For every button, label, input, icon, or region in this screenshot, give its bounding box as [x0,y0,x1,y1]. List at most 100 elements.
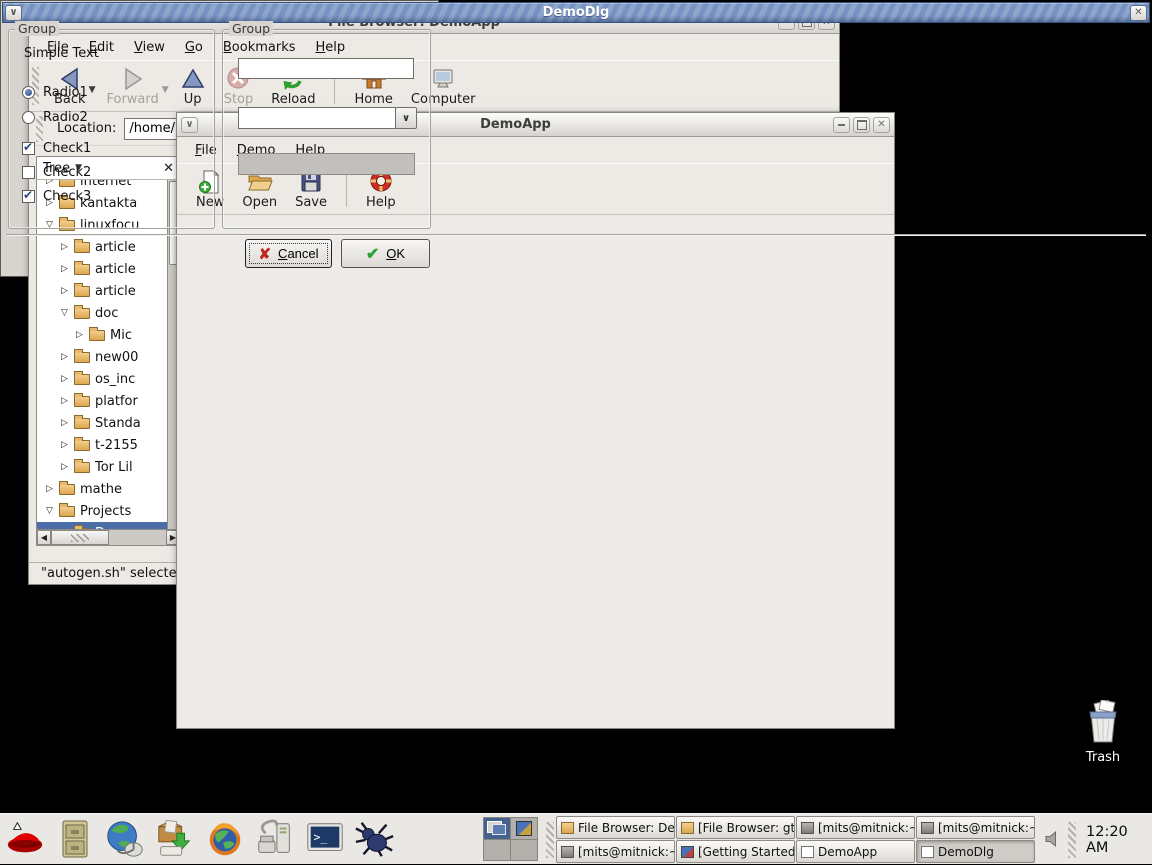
expander-icon[interactable] [61,242,74,252]
workspace-3[interactable] [484,840,510,861]
combo-dropdown-icon[interactable]: ∨ [395,107,417,129]
tree-item[interactable]: article [37,258,167,280]
folder-icon [681,822,694,834]
panel-handle[interactable] [546,822,554,858]
main-menu-red-hat-icon[interactable] [4,817,46,861]
combo-box[interactable]: ∨ [238,107,417,129]
tree-view: internet kantakta linuxfocu article arti… [37,180,167,529]
expander-icon[interactable] [61,308,74,318]
tree-item[interactable]: article [37,236,167,258]
close-button[interactable] [1130,5,1147,21]
tree-item[interactable]: Standa [37,412,167,434]
cancel-button[interactable]: Cancel [245,239,332,268]
radio-selected-icon[interactable] [22,86,35,99]
ok-check-icon [366,244,379,264]
folder-icon [74,418,90,429]
launcher-icons: >_ [4,817,396,861]
taskbar-window-terminal-2[interactable]: [mits@mitnick:~ [916,816,1035,839]
taskbar-window-file-browser[interactable]: File Browser: De [556,816,675,839]
workspace-switcher[interactable] [483,817,538,861]
expander-icon[interactable] [46,506,59,516]
expander-icon[interactable] [61,418,74,428]
status-text: "autogen.sh" selected [41,566,185,581]
terminal-icon [801,822,814,834]
workspace-1-active[interactable] [484,818,510,839]
tree-horizontal-scrollbar[interactable]: ◀ ▶ [37,529,180,545]
tree-item[interactable]: os_inc [37,368,167,390]
tree-item[interactable]: Projects [37,500,167,522]
checkbox-checked-icon[interactable] [22,190,35,203]
web-browser-icon[interactable] [104,817,146,861]
tree-item[interactable]: t-2155 [37,434,167,456]
tree-item[interactable]: Mic [37,324,167,346]
radio2-row[interactable]: Radio2 [22,109,88,126]
folder-icon [89,330,105,341]
tree-item[interactable]: doc [37,302,167,324]
taskbar: >_ File Browser: De [File Browser: gt [m… [0,813,1152,864]
expander-icon[interactable] [61,352,74,362]
demodlg-titlebar[interactable]: DemoDlg [2,2,1150,23]
check3-row[interactable]: Check3 [22,188,91,205]
panel-handle[interactable] [1068,822,1076,858]
taskbar-window-demodlg[interactable]: DemoDlg [916,840,1035,863]
scroll-left-icon[interactable]: ◀ [37,530,51,545]
radio-unselected-icon[interactable] [22,111,35,124]
checkbox-checked-icon[interactable] [22,142,35,155]
window-menu-icon[interactable] [5,5,22,21]
computer-icon [430,66,456,92]
tree-item[interactable]: Tor Lil [37,456,167,478]
desktop: { "desktop": { "trash_label": "Trash" },… [0,0,1152,864]
bug-report-icon[interactable] [354,817,396,861]
terminal-icon[interactable]: >_ [304,817,346,861]
taskbar-window-getting-started[interactable]: [Getting Started [676,840,795,863]
tree-item[interactable]: mathe [37,478,167,500]
expander-icon[interactable] [76,330,89,340]
tree-item[interactable]: new00 [37,346,167,368]
tree-item[interactable]: platfor [37,390,167,412]
expander-icon[interactable] [46,484,59,494]
minimize-button[interactable] [833,117,850,133]
demoapp-client-area [177,217,894,728]
checkbox-unchecked-icon[interactable] [22,166,35,179]
expander-icon[interactable] [61,264,74,274]
maximize-button[interactable] [853,117,870,133]
taskbar-window-terminal-3[interactable]: [mits@mitnick:~ [556,840,675,863]
expander-icon[interactable] [61,462,74,472]
clock[interactable]: 12:20 AM [1086,814,1152,865]
check2-row[interactable]: Check2 [22,164,91,181]
radio1-row[interactable]: Radio1 [22,84,88,101]
scrollbar-thumb[interactable] [51,530,109,545]
tree-item[interactable]: article [37,280,167,302]
folder-icon [74,374,90,385]
expander-icon[interactable] [61,440,74,450]
expander-icon[interactable] [61,396,74,406]
package-manager-icon[interactable] [154,817,196,861]
combo-field[interactable] [238,107,396,129]
taskbar-window-demoapp[interactable]: DemoApp [796,840,915,863]
folder-icon [59,484,75,495]
check1-row[interactable]: Check1 [22,140,91,157]
close-button[interactable] [873,117,890,133]
taskbar-window-file-browser-gt[interactable]: [File Browser: gt [676,816,795,839]
terminal-icon [921,822,934,834]
ok-button[interactable]: OK [341,239,430,268]
expander-icon[interactable] [61,374,74,384]
trash-label: Trash [1072,750,1134,765]
text-entry[interactable] [238,58,414,79]
tree-item-selected[interactable]: Demo [37,522,167,529]
file-manager-icon[interactable] [54,817,96,861]
folder-icon [74,264,90,275]
trash-desktop-icon[interactable]: Trash [1072,700,1134,765]
workspace-2[interactable] [511,818,537,839]
window-title: DemoDlg [33,5,1119,20]
expander-icon[interactable] [61,286,74,296]
folder-icon [74,242,90,253]
folder-icon [74,286,90,297]
folder-icon [74,440,90,451]
hardware-browser-icon[interactable] [254,817,296,861]
app-icon [681,846,694,858]
taskbar-window-terminal-1[interactable]: [mits@mitnick:~ [796,816,915,839]
mozilla-browser-icon[interactable] [204,817,246,861]
workspace-4[interactable] [511,840,537,861]
volume-icon[interactable] [1044,830,1062,852]
